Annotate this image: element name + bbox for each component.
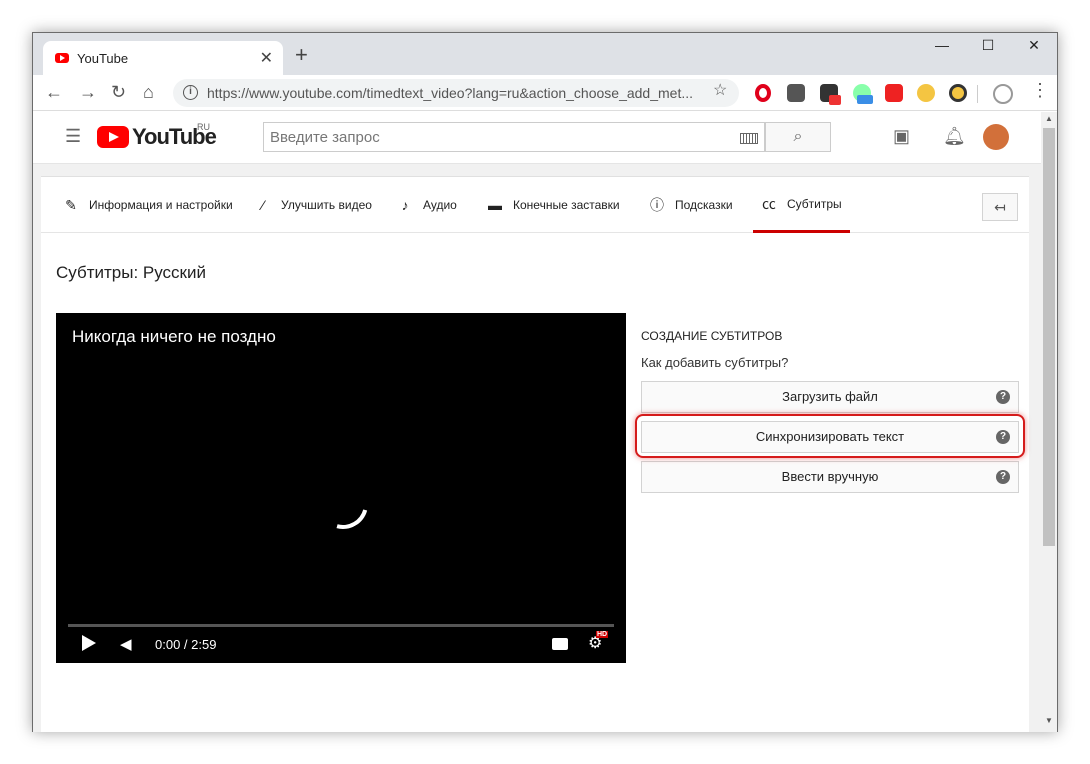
youtube-logo-icon[interactable] bbox=[97, 126, 129, 148]
search-button[interactable]: ⌕ bbox=[765, 122, 831, 152]
browser-window: YouTube ✕ + — ☐ ✕ ← → ↻ ⌂ i https://www.… bbox=[32, 32, 1058, 732]
tab-label: Аудио bbox=[423, 198, 457, 212]
hamburger-menu-icon[interactable]: ☰ bbox=[65, 126, 81, 147]
tab-end-screens[interactable]: ▬ Конечные заставки bbox=[487, 177, 620, 233]
home-icon[interactable]: ⌂ bbox=[143, 82, 154, 103]
volume-icon[interactable]: ◀ bbox=[120, 635, 132, 653]
browser-tab[interactable]: YouTube ✕ bbox=[43, 41, 283, 75]
search-input[interactable]: Введите запрос bbox=[263, 122, 765, 152]
tab-label: Информация и настройки bbox=[89, 198, 233, 212]
browser-toolbar: ← → ↻ ⌂ i https://www.youtube.com/timedt… bbox=[33, 75, 1057, 111]
extension-icon[interactable] bbox=[787, 84, 805, 102]
close-tab-icon[interactable]: ✕ bbox=[260, 48, 273, 68]
hd-badge: HD bbox=[596, 631, 609, 638]
forward-icon[interactable]: → bbox=[79, 82, 97, 103]
youtube-favicon-icon bbox=[55, 53, 69, 63]
off-badge-icon bbox=[857, 95, 873, 104]
scroll-up-icon[interactable]: ▲ bbox=[1045, 114, 1053, 123]
section-question: Как добавить субтитры? bbox=[641, 355, 789, 370]
search-icon: ⌕ bbox=[793, 128, 803, 145]
tab-subtitles[interactable]: ㏄ Субтитры bbox=[753, 177, 850, 233]
minimize-button[interactable]: — bbox=[919, 37, 965, 53]
notification-badge-icon bbox=[829, 95, 841, 105]
play-icon[interactable] bbox=[82, 635, 96, 651]
music-note-icon: ♪ bbox=[401, 197, 409, 213]
tab-label: Подсказки bbox=[675, 198, 733, 212]
scrollbar-thumb[interactable] bbox=[1043, 128, 1055, 546]
opera-extension-icon[interactable] bbox=[755, 84, 771, 102]
back-to-video-button[interactable]: ↤ bbox=[982, 193, 1018, 221]
notifications-bell-icon[interactable]: 🔔︎ bbox=[943, 126, 966, 147]
toolbar-divider bbox=[977, 85, 978, 103]
help-icon[interactable]: ? bbox=[996, 470, 1010, 484]
progress-bar[interactable] bbox=[68, 624, 614, 627]
tab-label: Конечные заставки bbox=[513, 198, 620, 212]
profile-icon[interactable] bbox=[993, 84, 1013, 104]
section-heading: Создание субтитров bbox=[641, 329, 783, 343]
pencil-icon: ✎ bbox=[65, 197, 77, 213]
back-icon[interactable]: ← bbox=[45, 82, 63, 103]
loading-spinner-icon bbox=[308, 469, 378, 539]
title-bar: YouTube ✕ + — ☐ ✕ bbox=[33, 33, 1057, 75]
subtitles-toggle-icon[interactable] bbox=[552, 638, 568, 650]
reload-icon[interactable]: ↻ bbox=[111, 82, 126, 103]
editor-card: ✎ Информация и настройки ⁄ Улучшить виде… bbox=[41, 176, 1029, 732]
scroll-down-icon[interactable]: ▼ bbox=[1045, 716, 1053, 725]
end-screen-icon: ▬ bbox=[488, 197, 502, 213]
page-scrollbar[interactable]: ▲ ▼ bbox=[1041, 112, 1057, 732]
extension-icon[interactable] bbox=[917, 84, 935, 102]
tab-cards[interactable]: ⓘ Подсказки bbox=[649, 177, 733, 233]
youtube-header: ☰ YouTube RU Введите запрос ⌕ ▣ 🔔︎ bbox=[33, 112, 1041, 164]
new-tab-button[interactable]: + bbox=[295, 44, 308, 66]
menu-kebab-icon[interactable]: ⋮ bbox=[1031, 80, 1049, 101]
extension-icon[interactable] bbox=[949, 84, 967, 102]
video-extension-icon[interactable] bbox=[885, 84, 903, 102]
region-code: RU bbox=[197, 122, 210, 132]
address-bar[interactable]: i https://www.youtube.com/timedtext_vide… bbox=[173, 79, 739, 107]
highlight-outline bbox=[635, 414, 1025, 458]
maximize-button[interactable]: ☐ bbox=[965, 37, 1011, 54]
video-title: Никогда ничего не поздно bbox=[72, 327, 276, 346]
url-text: https://www.youtube.com/timedtext_video?… bbox=[207, 85, 694, 101]
search-placeholder: Введите запрос bbox=[270, 129, 380, 146]
cc-icon: ㏄ bbox=[762, 195, 776, 212]
close-window-button[interactable]: ✕ bbox=[1011, 37, 1057, 54]
tab-audio[interactable]: ♪ Аудио bbox=[397, 177, 457, 233]
tab-title: YouTube bbox=[77, 51, 129, 66]
type-manually-button[interactable]: Ввести вручную ? bbox=[641, 461, 1019, 493]
upload-file-button[interactable]: Загрузить файл ? bbox=[641, 381, 1019, 413]
tab-info-settings[interactable]: ✎ Информация и настройки bbox=[63, 177, 233, 233]
time-display: 0:00 / 2:59 bbox=[155, 637, 217, 652]
option-label: Ввести вручную bbox=[781, 469, 879, 484]
page-content: ☰ YouTube RU Введите запрос ⌕ ▣ 🔔︎ ✎ Инф… bbox=[33, 112, 1041, 732]
avatar[interactable] bbox=[983, 124, 1009, 150]
info-icon: ⓘ bbox=[650, 197, 664, 213]
page-title: Субтитры: Русский bbox=[56, 263, 206, 282]
site-info-icon[interactable]: i bbox=[183, 85, 198, 100]
magic-wand-icon: ⁄ bbox=[261, 197, 265, 213]
upload-video-icon[interactable]: ▣ bbox=[893, 126, 910, 147]
keyboard-icon[interactable] bbox=[740, 133, 758, 144]
video-player[interactable]: Никогда ничего не поздно ◀ 0:00 / 2:59 ⚙… bbox=[56, 313, 626, 663]
editor-tabs: ✎ Информация и настройки ⁄ Улучшить виде… bbox=[41, 177, 1029, 233]
back-arrow-icon: ↤ bbox=[994, 199, 1006, 215]
tab-label: Субтитры bbox=[787, 196, 842, 211]
bookmark-star-icon[interactable]: ☆ bbox=[713, 80, 727, 100]
help-icon[interactable]: ? bbox=[996, 390, 1010, 404]
option-label: Загрузить файл bbox=[782, 389, 878, 404]
tab-enhance-video[interactable]: ⁄ Улучшить видео bbox=[255, 177, 372, 233]
tab-label: Улучшить видео bbox=[281, 198, 372, 212]
